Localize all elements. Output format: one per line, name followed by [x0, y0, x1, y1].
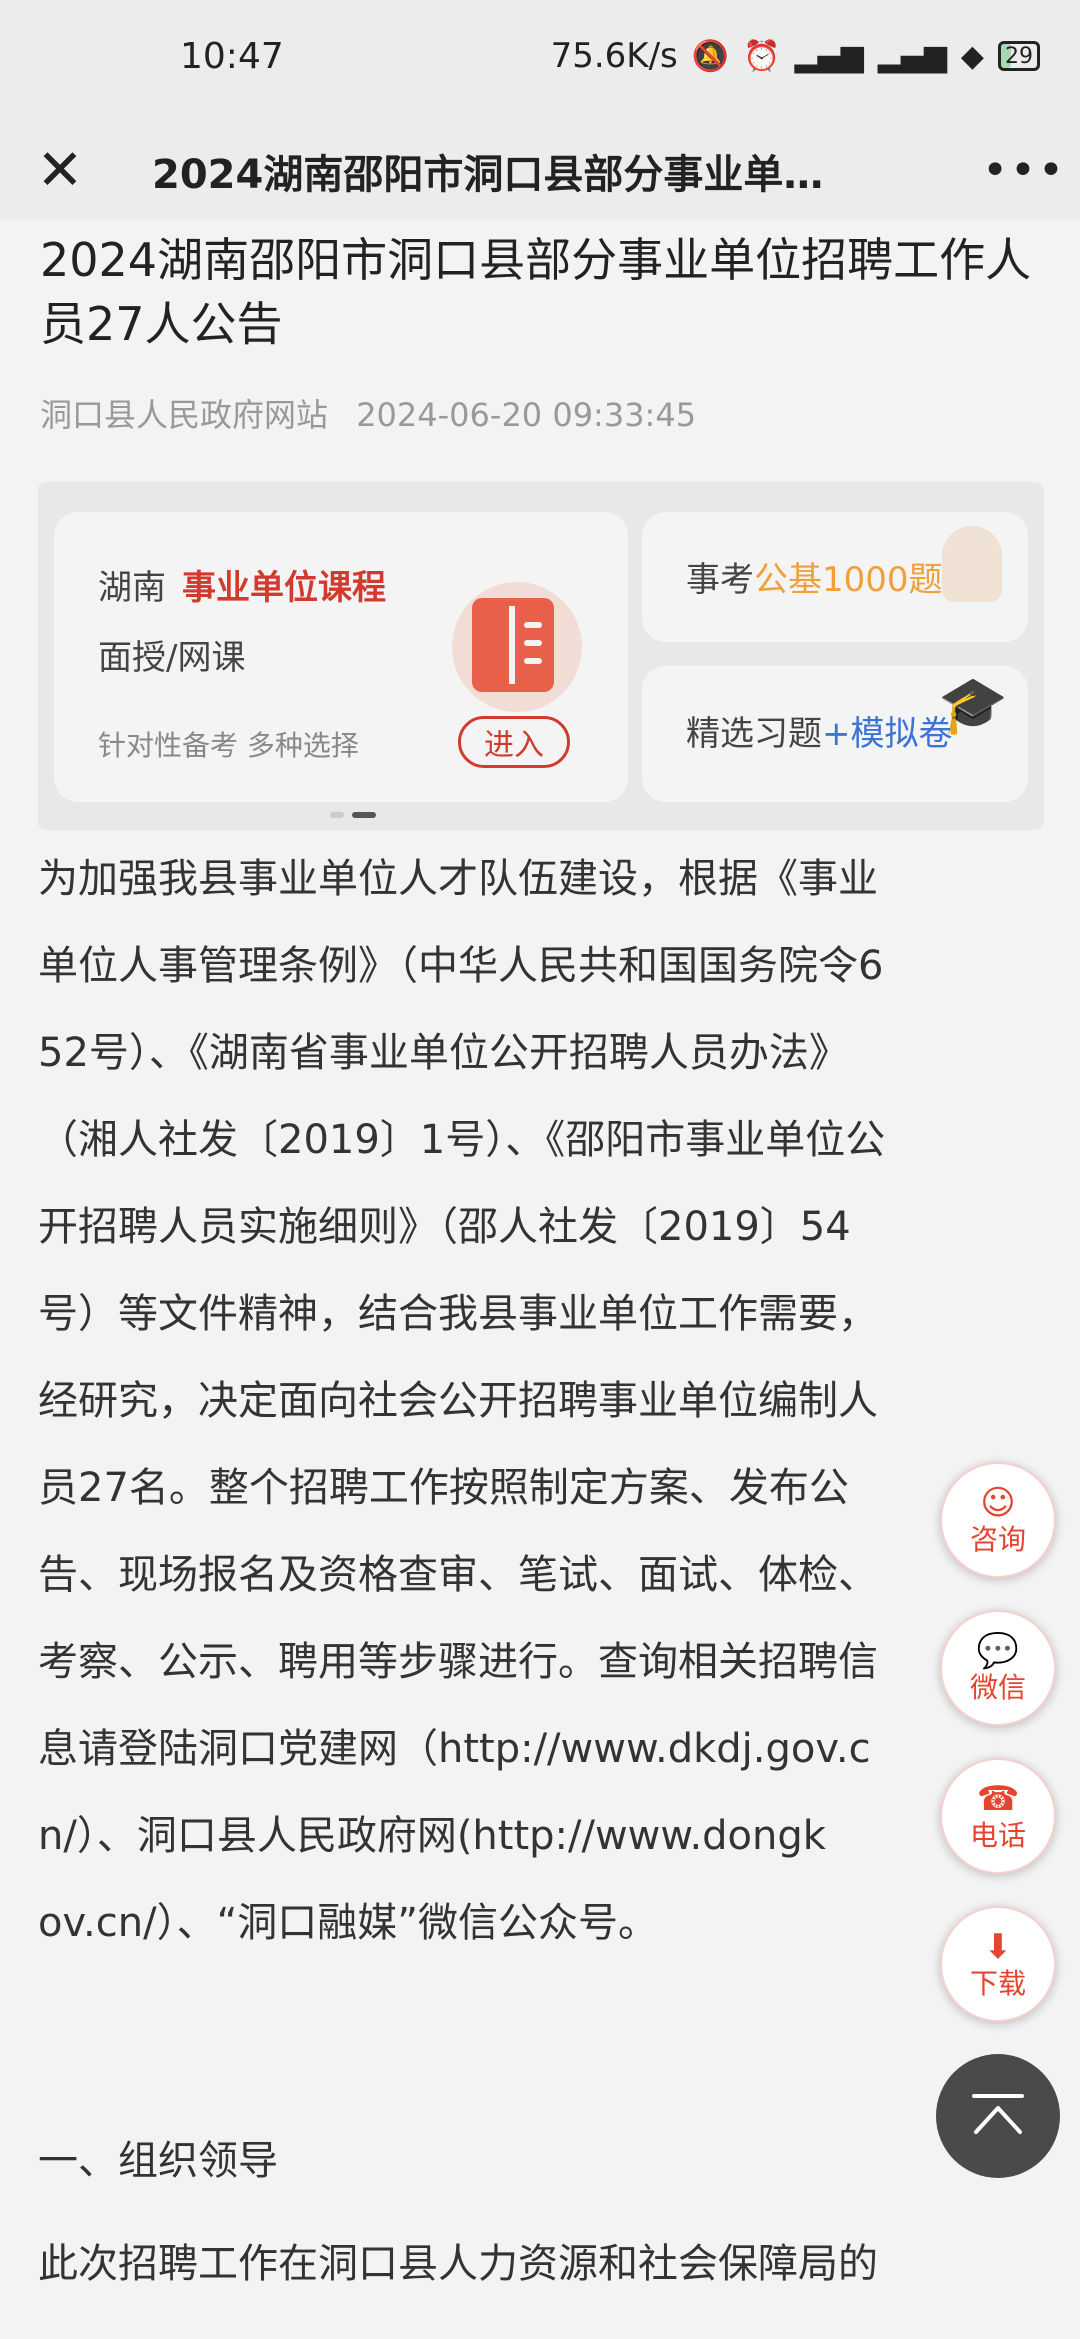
- nav-title: 2024湖南邵阳市洞口县部分事业单…: [152, 152, 824, 198]
- signal-icon-2: ▂▄▆: [877, 38, 947, 74]
- ad-side2-prefix: 精选习题: [686, 714, 822, 754]
- close-icon[interactable]: ✕: [28, 138, 92, 203]
- download-label: 下载: [969, 1967, 1026, 2000]
- body-line: （湘人社发〔2019〕1号）、《邵阳市事业单位公: [38, 1117, 886, 1163]
- carousel-dot-active: [352, 812, 376, 818]
- phone-button[interactable]: ☎ 电话: [940, 1758, 1056, 1874]
- ad-enter-button[interactable]: 进入: [458, 716, 570, 768]
- wechat-button[interactable]: 💬 微信: [940, 1610, 1056, 1726]
- body-line: 开招聘人员实施细则》（邵人社发〔2019〕54: [38, 1204, 851, 1250]
- body-line: 单位人事管理条例》（中华人民共和国国务院令6: [38, 943, 884, 989]
- network-speed: 75.6K/s: [550, 36, 678, 76]
- article-body: 为加强我县事业单位人才队伍建设，根据《事业 单位人事管理条例》（中华人民共和国国…: [38, 836, 1048, 1967]
- ad-side2-highlight: +模拟卷: [822, 714, 953, 754]
- article-title: 2024湖南邵阳市洞口县部分事业单位招聘工作人员27人公告: [40, 233, 1032, 351]
- ad-question-bank-card[interactable]: 事考公基1000题: [642, 512, 1028, 642]
- body-line: 此次招聘工作在洞口县人力资源和社会保障局的: [38, 2241, 878, 2287]
- status-time: 10:47: [180, 36, 284, 77]
- ad-course-mode: 面授/网课: [98, 638, 246, 678]
- ad-course-card[interactable]: 湖南 事业单位课程 面授/网课 针对性备考 多种选择 进入: [54, 512, 628, 818]
- alarm-icon: ⏰: [743, 38, 781, 74]
- body-line: ov.cn/）、“洞口融媒”微信公众号。: [38, 1900, 659, 1946]
- status-bar: 10:47 75.6K/s 🔕 ⏰ ▂▄▆ ▂▄▆ ◆ 29: [0, 0, 1080, 120]
- article-source[interactable]: 洞口县人民政府网站: [40, 396, 328, 434]
- body-line: 考察、公示、聘用等步骤进行。查询相关招聘信: [38, 1639, 878, 1685]
- carousel-dot: [330, 812, 344, 818]
- ad-course-name: 事业单位课程: [182, 568, 386, 608]
- ad-question-bank-text: 事考公基1000题: [686, 552, 943, 601]
- wechat-icon: 💬: [976, 1631, 1020, 1671]
- ad-mock-exam-card[interactable]: 🎓 精选习题+模拟卷: [642, 666, 1028, 802]
- ad-course-headline: 湖南 事业单位课程: [98, 560, 386, 609]
- ad-banner: 湖南 事业单位课程 面授/网课 针对性备考 多种选择 进入 事考公基1000题 🎓…: [38, 482, 1044, 830]
- body-line: n/）、洞口县人民政府网(http://www.dongk: [38, 1813, 826, 1859]
- consult-button[interactable]: ☺ 咨询: [940, 1462, 1056, 1578]
- consult-label: 咨询: [969, 1523, 1026, 1556]
- book-icon-line: [524, 658, 542, 664]
- download-app-icon: ⬇: [983, 1927, 1013, 1967]
- vpn-icon: ◆: [960, 38, 984, 74]
- body-line: 号）等文件精神，结合我县事业单位工作需要，: [38, 1291, 878, 1337]
- ad-side1-prefix: 事考: [686, 560, 754, 600]
- book-icon-line: [524, 640, 542, 646]
- ad-region: 湖南: [98, 568, 166, 608]
- article-datetime: 2024-06-20 09:33:45: [356, 396, 697, 434]
- book-icon-line: [524, 622, 542, 628]
- section-heading: 一、组织领导: [38, 2138, 278, 2184]
- person-icon: [942, 526, 1002, 602]
- phone-label: 电话: [969, 1819, 1026, 1852]
- body-line: 经研究，决定面向社会公开招聘事业单位编制人: [38, 1378, 878, 1424]
- customer-service-icon: ☺: [980, 1483, 1016, 1523]
- phone-icon: ☎: [976, 1779, 1020, 1819]
- ad-mock-exam-text: 精选习题+模拟卷: [686, 706, 953, 755]
- body-line: 告、现场报名及资格查审、笔试、面试、体检、: [38, 1552, 878, 1598]
- body-line: 息请登陆洞口党建网（http://www.dkdj.gov.c: [38, 1726, 871, 1772]
- chevron-up-icon: [972, 2094, 1024, 2134]
- nav-bar: ✕ 2024湖南邵阳市洞口县部分事业单… •••: [0, 120, 1080, 220]
- body-line: 为加强我县事业单位人才队伍建设，根据《事业: [38, 856, 878, 902]
- battery-level: 29: [1005, 43, 1033, 69]
- book-icon-spine: [509, 606, 515, 684]
- more-options-icon[interactable]: •••: [982, 138, 1064, 202]
- status-right: 75.6K/s 🔕 ⏰ ▂▄▆ ▂▄▆ ◆ 29: [551, 36, 1040, 76]
- download-button[interactable]: ⬇ 下载: [940, 1906, 1056, 2022]
- mute-bell-icon: 🔕: [691, 38, 730, 74]
- wechat-label: 微信: [969, 1671, 1026, 1704]
- body-line: 员27名。整个招聘工作按照制定方案、发布公: [38, 1465, 849, 1511]
- back-to-top-button[interactable]: [936, 2054, 1060, 2178]
- battery-icon: 29: [998, 41, 1040, 71]
- ad-course-slogan: 针对性备考 多种选择: [98, 729, 359, 762]
- signal-icon: ▂▄▆: [794, 38, 864, 74]
- body-line: 52号）、《湖南省事业单位公开招聘人员办法》: [38, 1030, 849, 1076]
- article-meta: 洞口县人民政府网站 2024-06-20 09:33:45: [40, 390, 714, 436]
- ad-side1-highlight: 公基1000题: [754, 560, 943, 600]
- carousel-dots: [330, 812, 376, 818]
